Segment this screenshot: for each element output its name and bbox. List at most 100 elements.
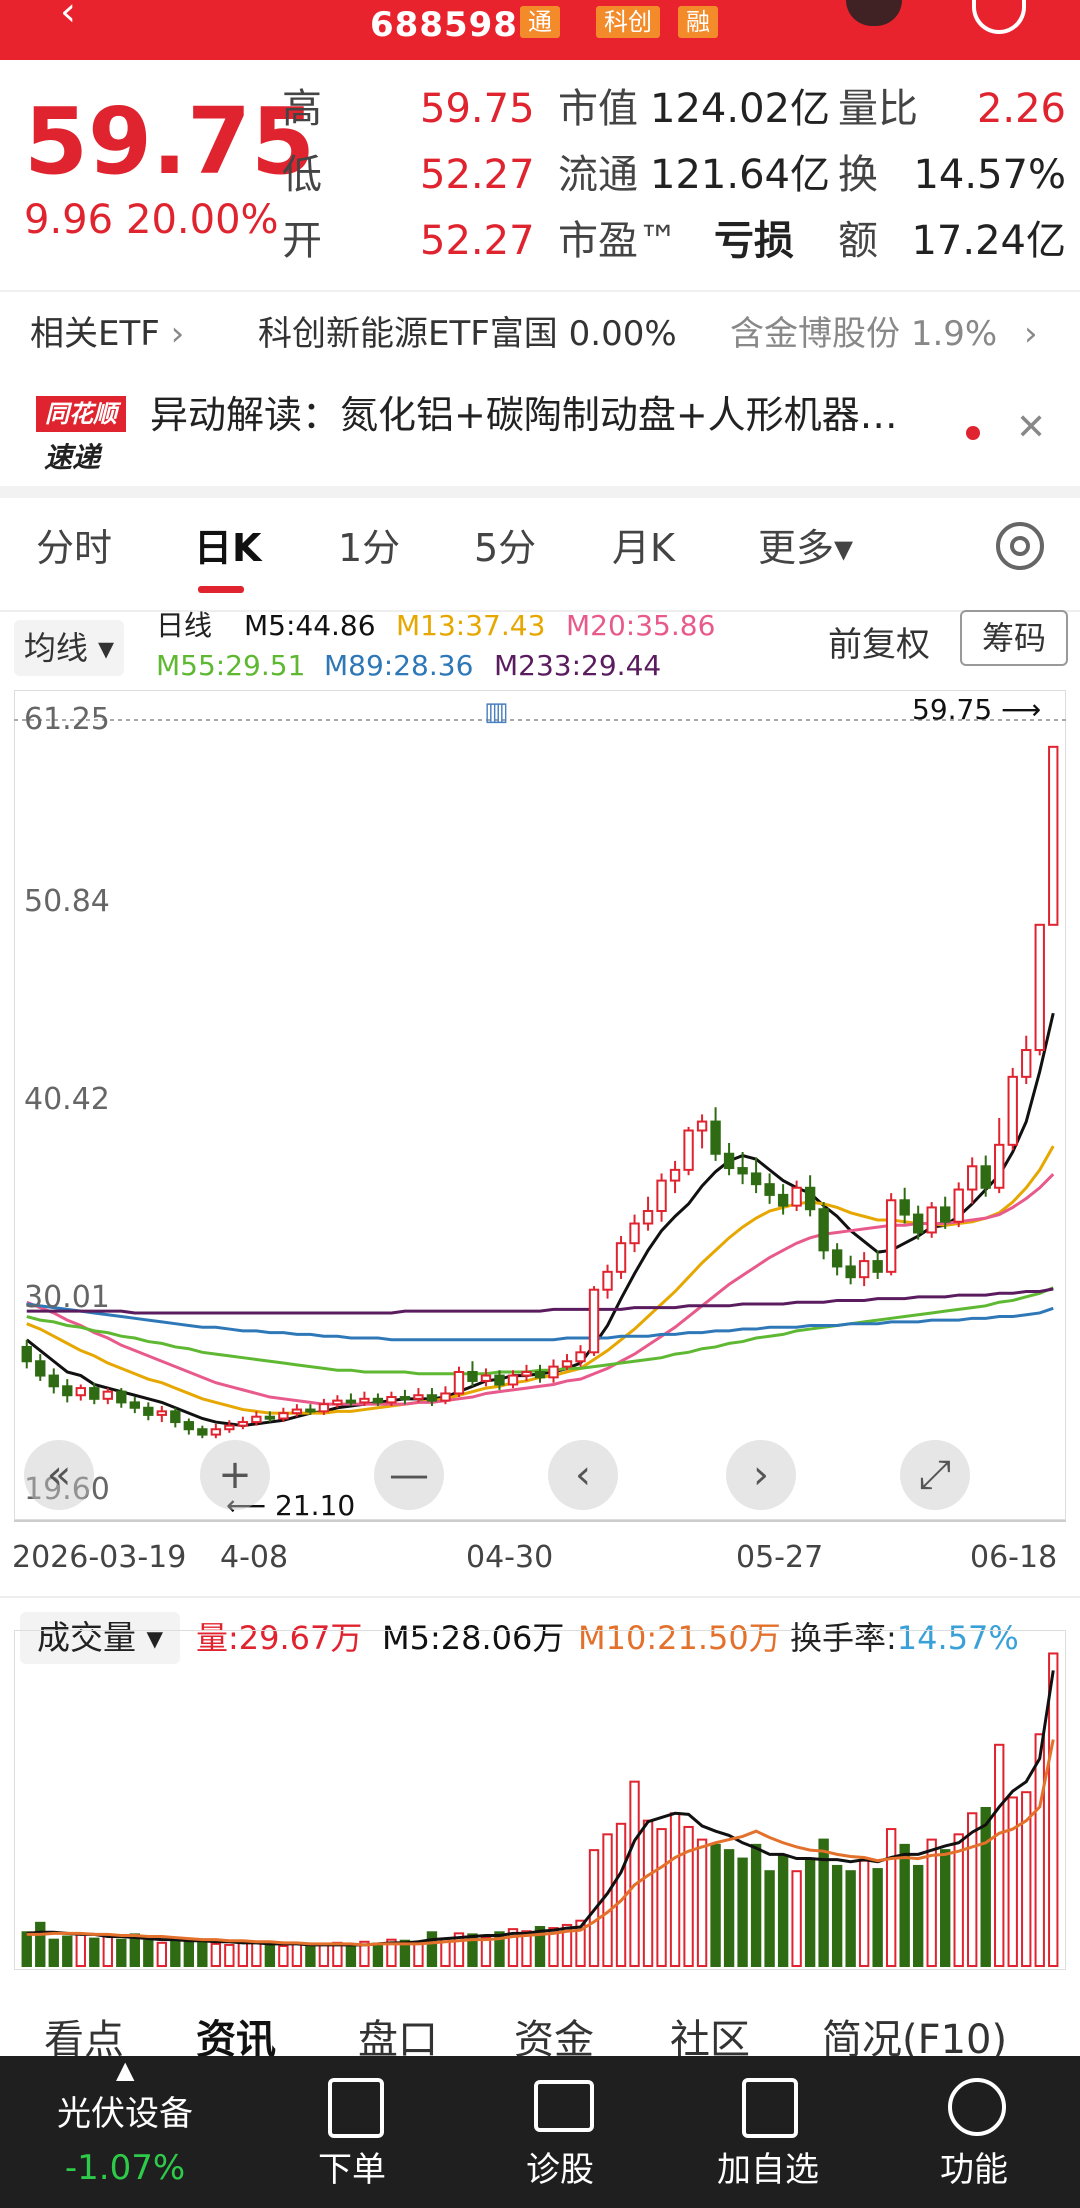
volume-bar — [372, 1942, 384, 1968]
prev-button[interactable]: ‹ — [548, 1440, 618, 1510]
float-cap-label: 流通 — [558, 152, 638, 198]
volume-bars — [21, 1652, 1059, 1968]
volume-bar — [224, 1943, 235, 1967]
back-arrow-icon[interactable]: ‹ — [60, 0, 76, 32]
candle-body — [804, 1186, 816, 1211]
candle-body — [696, 1120, 708, 1132]
volume-bar — [777, 1854, 789, 1967]
related-etf-label[interactable]: 相关ETF › — [30, 310, 184, 358]
y-tick-1: 61.25 — [24, 702, 110, 737]
order-button[interactable]: 下单 — [292, 2148, 412, 2192]
high-label: 高 — [282, 86, 322, 132]
caret-up-icon[interactable]: ▲ — [116, 2058, 134, 2082]
candle-body — [967, 1165, 978, 1191]
candle-body — [21, 1345, 32, 1363]
zoom-out-button[interactable]: — — [374, 1440, 444, 1510]
close-icon[interactable]: ✕ — [1016, 408, 1046, 448]
etf-item-2[interactable]: 含金博股份 1.9% — [730, 310, 997, 358]
volume-bar — [1007, 1796, 1018, 1967]
candle-body — [791, 1186, 802, 1207]
candle-body — [534, 1370, 546, 1379]
ma-lines — [25, 1012, 1055, 1428]
ma-selector-button[interactable]: 均线 ▾ — [14, 620, 124, 676]
event-marker-icon[interactable]: ▥ — [484, 699, 509, 725]
pe-label: 市盈™ — [558, 218, 678, 264]
bottom-bar: ▲ 光伏设备 -1.07% 下单 诊股 加自选 功能 — [0, 2056, 1080, 2208]
diagnose-icon — [534, 2080, 594, 2132]
tab-monthly-k[interactable]: 月K — [612, 520, 675, 576]
high-price-label: 59.75 ⟶ — [912, 692, 1041, 728]
volume-chart[interactable] — [14, 1630, 1066, 1970]
tag-star-market[interactable]: 科创 — [596, 6, 660, 38]
volume-bar — [156, 1941, 168, 1967]
divider — [0, 1596, 1080, 1598]
x-tick-3: 04-30 — [466, 1540, 554, 1575]
volume-bar — [251, 1941, 262, 1967]
open-label: 开 — [282, 218, 322, 264]
tab-5min[interactable]: 5分 — [474, 520, 536, 576]
candle-body — [332, 1399, 343, 1406]
volume-bar — [278, 1944, 289, 1967]
zoom-in-button[interactable]: + — [200, 1440, 270, 1510]
tab-more[interactable]: 更多▾ — [758, 520, 853, 576]
volume-bar — [1048, 1652, 1059, 1967]
candlestick-chart[interactable] — [14, 690, 1066, 1520]
chevron-right-icon[interactable]: › — [1024, 310, 1038, 358]
avatar-icon[interactable] — [846, 0, 902, 26]
candle-body — [818, 1208, 829, 1252]
candle-body — [683, 1129, 694, 1171]
adjust-mode-label[interactable]: 前复权 — [828, 620, 930, 670]
candle-body — [35, 1360, 46, 1377]
volume-bar — [858, 1859, 870, 1968]
add-watchlist-button[interactable]: 加自选 — [700, 2148, 836, 2192]
candle-body — [251, 1415, 262, 1424]
pe-value: 亏损 — [714, 218, 794, 264]
tab-daily-k[interactable]: 日K — [194, 520, 261, 576]
candle-body — [89, 1387, 100, 1400]
etf-item-1[interactable]: 科创新能源ETF富国 0.00% — [258, 310, 677, 358]
sector-name[interactable]: 光伏设备 — [30, 2092, 220, 2136]
top-bar: ‹ 688598 通 科创 融 — [0, 0, 1080, 60]
x-tick-5: 06-18 — [970, 1540, 1058, 1575]
candle-body — [75, 1387, 86, 1397]
chip-distribution-button[interactable]: 筹码 — [960, 610, 1068, 666]
candle-body — [656, 1179, 667, 1213]
next-button[interactable]: › — [726, 1440, 796, 1510]
tab-intraday[interactable]: 分时 — [36, 520, 112, 576]
m55-line — [26, 1286, 1054, 1376]
search-icon[interactable] — [972, 0, 1026, 34]
candle-body — [980, 1165, 991, 1189]
candle-body — [561, 1360, 573, 1368]
tab-1min[interactable]: 1分 — [338, 520, 400, 576]
price-change: 9.96 — [24, 197, 114, 243]
settings-gear-icon[interactable] — [996, 522, 1044, 570]
rewind-button[interactable]: « — [24, 1440, 94, 1510]
volume-bar — [62, 1935, 73, 1967]
volume-bar — [170, 1937, 181, 1968]
candle-body — [723, 1152, 735, 1170]
candle-body — [129, 1401, 140, 1409]
volume-ratio-label: 量比 — [838, 86, 918, 132]
volume-bar — [696, 1838, 708, 1968]
tag-hk-connect[interactable]: 通 — [520, 6, 560, 38]
volume-bar — [21, 1931, 32, 1967]
high-price-value: 59.75 — [912, 693, 993, 726]
high-value: 59.75 — [420, 86, 535, 132]
news-headline[interactable]: 异动解读：氮化铝+碳陶制动盘+人形机器… — [150, 390, 898, 440]
order-icon — [328, 2078, 384, 2138]
chart-frame — [14, 690, 1066, 1520]
fullscreen-button[interactable]: ⤢ — [900, 1440, 970, 1510]
candle-body — [926, 1206, 937, 1234]
x-axis-line — [14, 1520, 1066, 1522]
candle-body — [615, 1242, 627, 1273]
function-button[interactable]: 功能 — [914, 2148, 1034, 2192]
diagnose-button[interactable]: 诊股 — [500, 2148, 620, 2192]
candle-body — [426, 1394, 438, 1402]
m89-line — [26, 1302, 1054, 1342]
amount-label: 额 — [838, 218, 878, 264]
volume-bar — [629, 1780, 640, 1967]
volume-bar — [831, 1864, 843, 1967]
volume-bar — [102, 1934, 113, 1968]
tag-margin[interactable]: 融 — [678, 6, 718, 38]
candle-body — [345, 1399, 357, 1404]
